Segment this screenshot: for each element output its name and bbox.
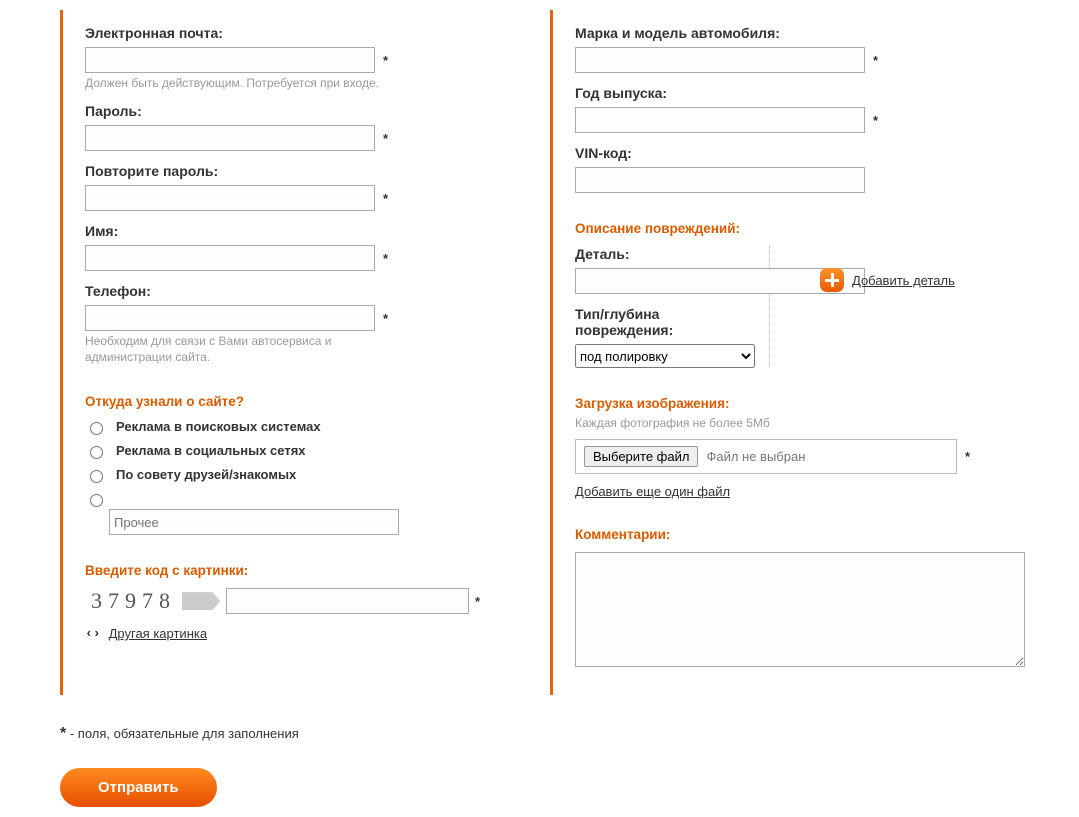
name-input[interactable] bbox=[85, 245, 375, 271]
plus-icon bbox=[820, 268, 844, 292]
phone-input[interactable] bbox=[85, 305, 375, 331]
arrow-icon bbox=[182, 592, 220, 610]
add-part-link[interactable]: Добавить деталь bbox=[852, 273, 955, 288]
right-column: Марка и модель автомобиля: * Год выпуска… bbox=[550, 10, 970, 695]
submit-button[interactable]: Отправить bbox=[60, 768, 217, 807]
footer-note: * - поля, обязательные для заполнения bbox=[60, 725, 1019, 743]
left-column: Электронная почта: * Должен быть действу… bbox=[60, 10, 480, 695]
required-star: * bbox=[873, 53, 878, 68]
source-label-search: Реклама в поисковых системах bbox=[116, 419, 321, 434]
required-star: * bbox=[383, 311, 388, 326]
email-label: Электронная почта: bbox=[85, 25, 480, 41]
source-radio-other[interactable] bbox=[90, 494, 103, 507]
vin-input[interactable] bbox=[575, 167, 865, 193]
captcha-title: Введите код с картинки: bbox=[85, 563, 480, 578]
phone-label: Телефон: bbox=[85, 283, 480, 299]
source-label-friends: По совету друзей/знакомых bbox=[116, 467, 296, 482]
captcha-input[interactable] bbox=[226, 588, 469, 614]
required-star: * bbox=[873, 113, 878, 128]
depth-select[interactable]: под полировку bbox=[575, 344, 755, 368]
required-star: * bbox=[383, 251, 388, 266]
source-radio-friends[interactable] bbox=[90, 470, 103, 483]
required-star: * bbox=[383, 131, 388, 146]
reload-captcha-link[interactable]: Другая картинка bbox=[109, 626, 207, 641]
car-label: Марка и модель автомобиля: bbox=[575, 25, 970, 41]
source-radio-search[interactable] bbox=[90, 422, 103, 435]
captcha-code: 37978 bbox=[85, 588, 176, 614]
name-label: Имя: bbox=[85, 223, 480, 239]
add-file-link[interactable]: Добавить еще один файл bbox=[575, 484, 730, 499]
year-label: Год выпуска: bbox=[575, 85, 970, 101]
source-label-social: Реклама в социальных сетях bbox=[116, 443, 306, 458]
password2-input[interactable] bbox=[85, 185, 375, 211]
depth-label: Тип/глубина повреждения: bbox=[575, 306, 755, 338]
password-input[interactable] bbox=[85, 125, 375, 151]
source-title: Откуда узнали о сайте? bbox=[85, 394, 480, 409]
email-hint: Должен быть действующим. Потребуется при… bbox=[85, 75, 405, 91]
required-star: * bbox=[383, 191, 388, 206]
upload-title: Загрузка изображения: bbox=[575, 396, 970, 411]
vin-label: VIN-код: bbox=[575, 145, 970, 161]
email-input[interactable] bbox=[85, 47, 375, 73]
source-other-input[interactable] bbox=[109, 509, 399, 535]
car-input[interactable] bbox=[575, 47, 865, 73]
file-chooser[interactable]: Выберите файл Файл не выбран bbox=[575, 439, 957, 474]
comments-title: Комментарии: bbox=[575, 527, 970, 542]
upload-hint: Каждая фотография не более 5Мб bbox=[575, 415, 895, 431]
choose-file-button[interactable]: Выберите файл bbox=[584, 446, 698, 467]
footer-note-text: - поля, обязательные для заполнения bbox=[66, 726, 299, 741]
password2-label: Повторите пароль: bbox=[85, 163, 480, 179]
required-star: * bbox=[475, 594, 480, 609]
source-radio-social[interactable] bbox=[90, 446, 103, 459]
phone-hint: Необходим для связи с Вами автосервиса и… bbox=[85, 333, 405, 365]
reload-icon: ‹› bbox=[85, 626, 101, 641]
password-label: Пароль: bbox=[85, 103, 480, 119]
part-label: Деталь: bbox=[575, 246, 755, 262]
damage-title: Описание повреждений: bbox=[575, 221, 970, 236]
no-file-text: Файл не выбран bbox=[706, 449, 805, 464]
required-star: * bbox=[383, 53, 388, 68]
required-star: * bbox=[965, 449, 970, 464]
year-input[interactable] bbox=[575, 107, 865, 133]
comments-textarea[interactable] bbox=[575, 552, 1025, 667]
